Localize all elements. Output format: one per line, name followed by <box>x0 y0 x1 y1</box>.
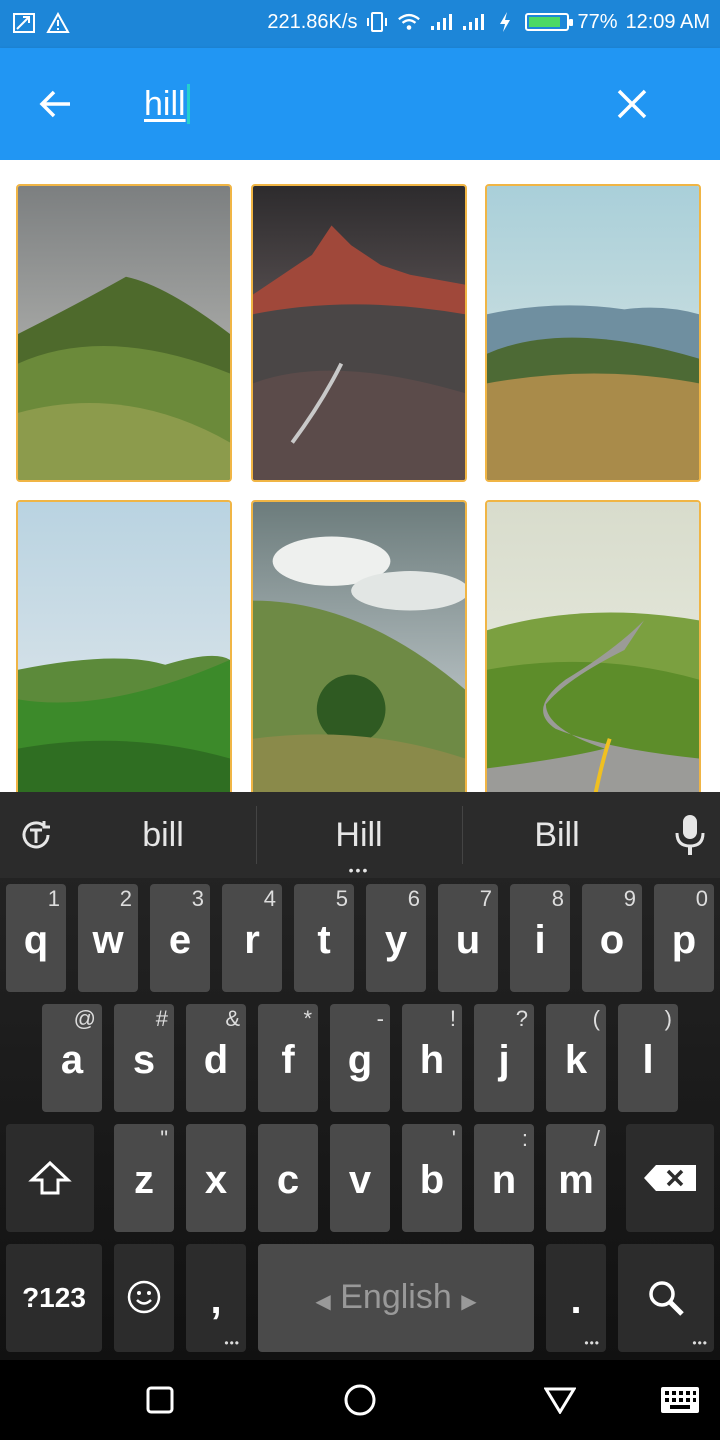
signal-icon-2 <box>461 10 485 34</box>
image-green-mountain-ridge <box>18 186 230 480</box>
text-style-button[interactable] <box>8 792 64 878</box>
key-w[interactable]: 2w <box>78 884 138 992</box>
back-button[interactable] <box>28 76 84 132</box>
clear-search-button[interactable] <box>604 76 660 132</box>
result-image-5[interactable] <box>251 500 467 792</box>
back-nav-button[interactable] <box>532 1372 588 1428</box>
image-winding-road <box>487 502 699 792</box>
key-o[interactable]: 9o <box>582 884 642 992</box>
language-right-arrow-icon: ▶ <box>461 1291 477 1313</box>
circle-icon <box>344 1384 376 1416</box>
key-x[interactable]: x <box>186 1124 246 1232</box>
charging-icon <box>493 10 517 34</box>
backspace-icon <box>644 1165 696 1191</box>
search-app-bar: hill <box>0 48 720 160</box>
suggestion-1[interactable]: bill <box>72 792 254 878</box>
battery-icon <box>525 13 574 31</box>
key-z[interactable]: " z <box>114 1124 174 1232</box>
key-t[interactable]: 5t <box>294 884 354 992</box>
key-a[interactable]: @ a <box>42 1004 102 1112</box>
result-image-3[interactable] <box>485 184 701 482</box>
key-g[interactable]: -g <box>330 1004 390 1112</box>
key-j[interactable]: ? j <box>474 1004 534 1112</box>
soft-keyboard: bill Hill ••• Bill 1q 2w 3e 4r 5t 6y 7u … <box>0 792 720 1360</box>
warning-icon <box>46 11 70 35</box>
network-speed: 221.86K/s <box>267 10 358 33</box>
suggestion-more-indicator: ••• <box>348 862 370 878</box>
key-d[interactable]: & d <box>186 1004 246 1112</box>
space-key[interactable]: ◀ English ▶ <box>258 1244 534 1352</box>
signal-icon-1 <box>429 10 453 34</box>
suggestion-strip: bill Hill ••• Bill <box>0 792 720 878</box>
image-distant-hills <box>487 186 699 480</box>
screen-cast-icon <box>12 11 36 35</box>
text-cycle-icon <box>22 821 50 849</box>
key-r[interactable]: 4r <box>222 884 282 992</box>
square-icon <box>146 1386 174 1414</box>
battery-percent: 77% <box>577 10 618 33</box>
result-image-4[interactable] <box>16 500 232 792</box>
suggestion-divider <box>256 806 257 864</box>
system-nav-bar <box>0 1360 720 1440</box>
key-y[interactable]: 6y <box>366 884 426 992</box>
key-k[interactable]: (k <box>546 1004 606 1112</box>
search-input[interactable]: hill <box>144 78 190 130</box>
key-h[interactable]: ! h <box>402 1004 462 1112</box>
key-l[interactable]: ) l <box>618 1004 678 1112</box>
space-language-label: English <box>340 1278 452 1316</box>
home-button[interactable] <box>332 1372 388 1428</box>
result-image-6[interactable] <box>485 500 701 792</box>
result-image-2[interactable] <box>251 184 467 482</box>
shift-arrow-icon <box>28 1160 72 1195</box>
text-cursor <box>186 84 190 124</box>
suggestion-3[interactable]: Bill <box>464 792 650 878</box>
key-v[interactable]: v <box>330 1124 390 1232</box>
emoji-key[interactable] <box>114 1244 174 1352</box>
comma-key[interactable]: , ••• <box>186 1244 246 1352</box>
arrow-back-icon <box>39 90 70 118</box>
key-b[interactable]: ' b <box>402 1124 462 1232</box>
key-i[interactable]: 8i <box>510 884 570 992</box>
vibrate-icon <box>365 10 389 34</box>
key-e[interactable]: 3e <box>150 884 210 992</box>
result-image-1[interactable] <box>16 184 232 482</box>
key-s[interactable]: # s <box>114 1004 174 1112</box>
results-grid <box>0 160 720 792</box>
smiley-icon <box>127 1280 161 1314</box>
image-misty-slopes <box>18 502 230 792</box>
key-c[interactable]: c <box>258 1124 318 1232</box>
symbols-key[interactable]: ?123 <box>6 1244 102 1352</box>
search-key[interactable]: ••• <box>618 1244 714 1352</box>
key-q[interactable]: 1q <box>6 884 66 992</box>
close-icon <box>617 89 647 119</box>
language-left-arrow-icon: ◀ <box>315 1291 331 1313</box>
recents-button[interactable] <box>132 1372 188 1428</box>
microphone-icon <box>675 815 705 855</box>
wifi-icon <box>397 10 421 34</box>
search-query: hill <box>144 84 186 123</box>
search-icon <box>649 1281 684 1316</box>
key-n[interactable]: :n <box>474 1124 534 1232</box>
suggestion-divider <box>462 806 463 864</box>
keyboard-switch-button[interactable] <box>652 1372 708 1428</box>
voice-input-button[interactable] <box>662 792 718 878</box>
backspace-key[interactable] <box>626 1124 714 1232</box>
clock: 12:09 AM <box>625 10 710 33</box>
key-u[interactable]: 7u <box>438 884 498 992</box>
key-p[interactable]: 0p <box>654 884 714 992</box>
key-m[interactable]: / m <box>546 1124 606 1232</box>
key-f[interactable]: * f <box>258 1004 318 1112</box>
image-red-peak-rocks <box>253 186 465 480</box>
shift-key[interactable] <box>6 1124 94 1232</box>
triangle-down-icon <box>544 1387 576 1414</box>
keyboard-icon <box>661 1387 699 1413</box>
period-key[interactable]: . ••• <box>546 1244 606 1352</box>
image-hillside-tree <box>253 502 465 792</box>
status-bar: 221.86K/s 77% 12:09 AM <box>0 0 720 48</box>
